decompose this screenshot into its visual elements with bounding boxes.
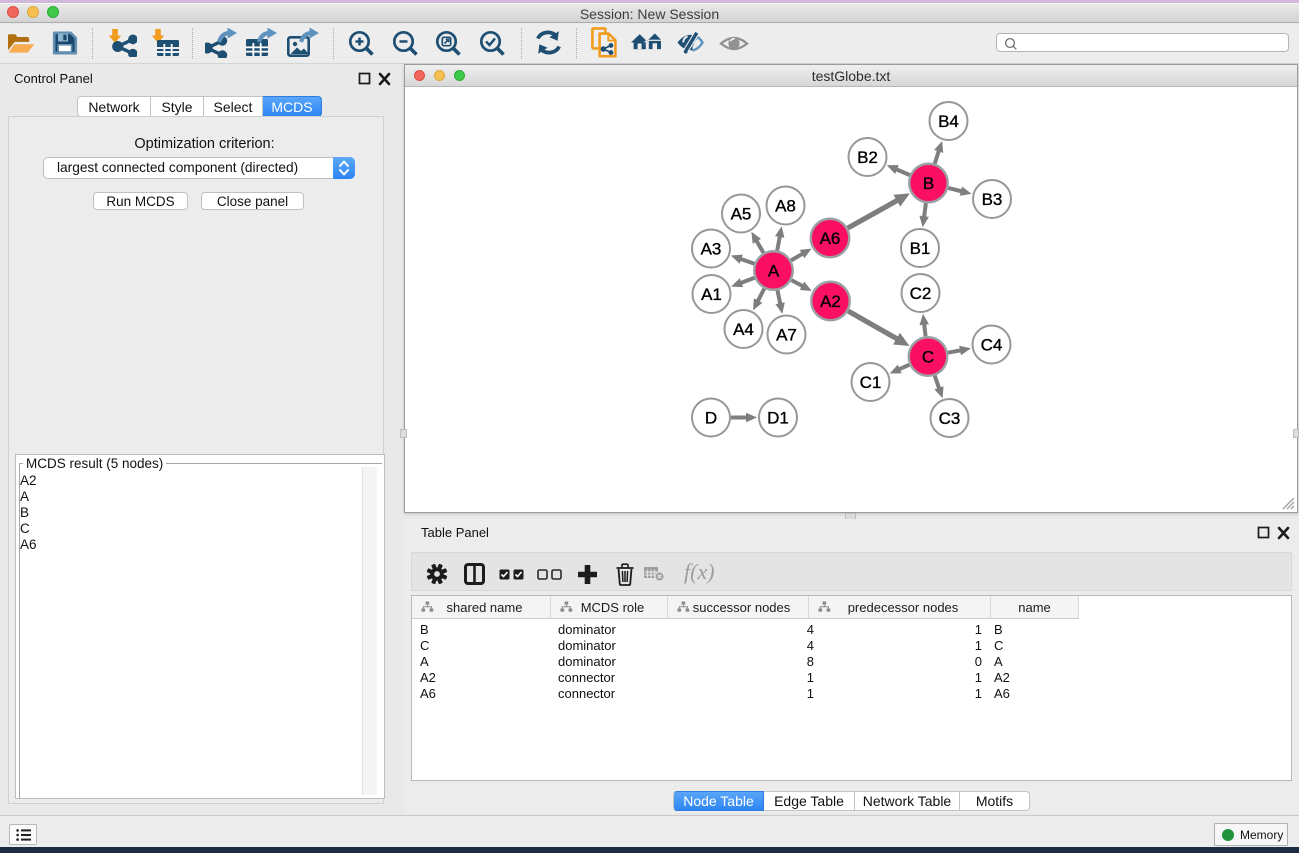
svg-text:D1: D1	[767, 409, 789, 428]
svg-text:A: A	[768, 262, 780, 281]
svg-text:C2: C2	[910, 284, 932, 303]
svg-text:A1: A1	[701, 285, 722, 304]
svg-text:D: D	[705, 409, 717, 428]
svg-text:A3: A3	[701, 240, 722, 259]
svg-text:B3: B3	[982, 190, 1003, 209]
svg-text:C4: C4	[981, 336, 1003, 355]
svg-text:B4: B4	[938, 112, 959, 131]
svg-text:A8: A8	[775, 197, 796, 216]
svg-text:C1: C1	[860, 373, 882, 392]
svg-text:A2: A2	[820, 292, 841, 311]
svg-text:A7: A7	[776, 326, 797, 345]
svg-text:C: C	[922, 348, 934, 367]
svg-text:B2: B2	[857, 148, 878, 167]
svg-text:A4: A4	[733, 320, 754, 339]
svg-text:B1: B1	[910, 239, 931, 258]
svg-text:A5: A5	[731, 205, 752, 224]
svg-text:A6: A6	[820, 229, 841, 248]
svg-text:C3: C3	[939, 409, 961, 428]
svg-text:B: B	[923, 174, 934, 193]
